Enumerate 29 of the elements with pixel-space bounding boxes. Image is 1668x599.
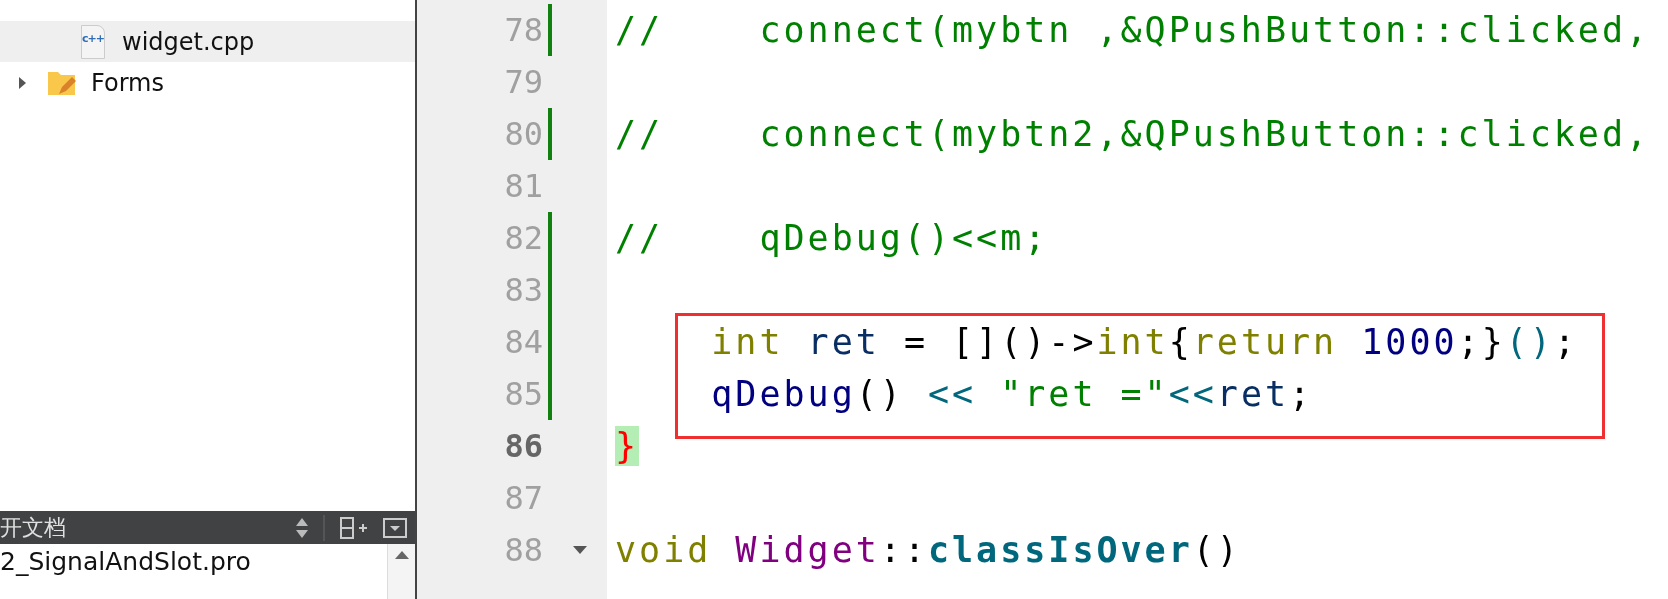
code-line: // qDebug()<<m; — [615, 218, 1049, 258]
line-number: 80 — [503, 115, 543, 153]
panel-title: 开文档 — [0, 513, 66, 542]
scrollbar[interactable] — [387, 544, 415, 599]
scroll-up-icon[interactable] — [393, 550, 410, 560]
fold-arrow-icon[interactable] — [572, 546, 587, 554]
split-add-icon[interactable] — [339, 515, 369, 540]
line-number: 78 — [503, 11, 543, 49]
code-line: qDebug() << "ret ="<<ret; — [710, 374, 1314, 414]
document-item[interactable]: 2_SignalAndSlot.pro — [0, 544, 251, 580]
line-number: 81 — [503, 167, 543, 205]
expand-arrow-icon[interactable] — [17, 75, 27, 90]
tree-item[interactable]: c++ widget.cpp — [0, 21, 415, 62]
line-number: 86 — [503, 427, 543, 465]
code-line: // connect(mybtn ,&QPushButton::clicked, — [615, 10, 1651, 50]
line-number: 88 — [503, 531, 543, 569]
line-number: 85 — [503, 375, 543, 413]
line-number: 84 — [503, 323, 543, 361]
code-line: void Widget::classIsOver() — [615, 530, 1241, 570]
line-number: 79 — [503, 63, 543, 101]
line-number: 87 — [503, 479, 543, 517]
tree-item[interactable]: Forms — [0, 62, 415, 103]
sort-arrows-icon[interactable] — [295, 516, 309, 539]
code-line: int ret = []()->int{return 1000;}(); — [710, 322, 1578, 362]
close-panel-icon[interactable] — [383, 517, 407, 538]
code-line: // connect(mybtn2,&QPushButton::clicked, — [615, 114, 1651, 154]
line-number: 82 — [503, 219, 543, 257]
file-icon: c++ — [81, 24, 105, 59]
line-number: 83 — [503, 271, 543, 309]
